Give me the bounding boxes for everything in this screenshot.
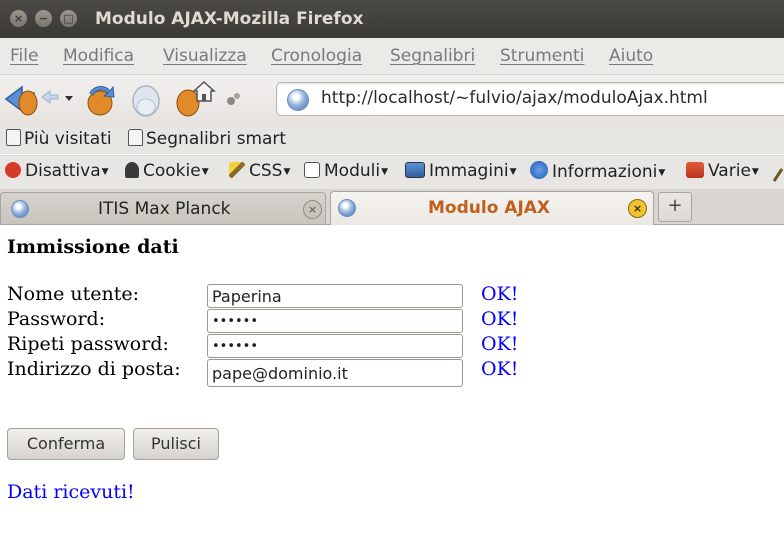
- dev-moduli-label: Moduli: [324, 161, 381, 181]
- tab-favicon-icon: [338, 199, 356, 217]
- window-maximize-icon[interactable]: □: [60, 10, 77, 27]
- confirm-button[interactable]: Conferma: [7, 428, 125, 460]
- email-input[interactable]: pape@dominio.it: [207, 359, 463, 387]
- dev-immagini-label: Immagini: [429, 161, 509, 181]
- disable-icon: [5, 162, 21, 178]
- images-icon: [405, 162, 425, 178]
- bookmark-folder-icon: [6, 129, 21, 146]
- cookie-icon: [125, 162, 139, 178]
- menu-aiuto[interactable]: Aiuto: [609, 46, 653, 66]
- stop-icon[interactable]: [126, 79, 166, 119]
- bookmark-most-visited-label: Più visitati: [24, 129, 112, 149]
- repeat-password-label: Ripeti password:: [7, 333, 169, 355]
- window-close-icon[interactable]: ×: [10, 10, 27, 27]
- menu-visualizza[interactable]: Visualizza: [163, 46, 247, 66]
- tab-title: Modulo AJAX: [428, 198, 551, 218]
- bookmark-smart-label: Segnalibri smart: [146, 129, 287, 149]
- info-icon: [530, 161, 548, 179]
- email-status: OK!: [481, 358, 519, 380]
- clear-button[interactable]: Pulisci: [133, 428, 219, 460]
- home-icon[interactable]: [172, 77, 216, 119]
- username-status: OK!: [481, 283, 519, 305]
- password-label: Password:: [7, 308, 106, 330]
- password-input[interactable]: ••••••: [207, 309, 463, 333]
- overflow-tools-icon[interactable]: [772, 165, 784, 183]
- window-title: Modulo AJAX-Mozilla Firefox: [95, 9, 364, 29]
- window-minimize-icon[interactable]: −: [35, 10, 52, 27]
- tab-favicon-icon: [11, 200, 29, 218]
- menu-file[interactable]: File: [10, 46, 38, 66]
- dev-css[interactable]: CSS▼: [229, 161, 290, 181]
- dev-varie[interactable]: Varie▼: [686, 161, 759, 181]
- back-icon[interactable]: [2, 79, 64, 119]
- dev-css-label: CSS: [249, 161, 283, 181]
- bookmark-most-visited[interactable]: Più visitati: [6, 129, 112, 149]
- dev-disattiva-label: Disattiva: [25, 161, 101, 181]
- page-heading: Immissione dati: [7, 236, 179, 258]
- dev-disattiva[interactable]: Disattiva▼: [5, 161, 109, 181]
- window-titlebar: × − □ Modulo AJAX-Mozilla Firefox: [0, 0, 784, 38]
- tab-close-icon[interactable]: ×: [303, 200, 322, 219]
- tab-modulo-ajax[interactable]: Modulo AJAX ×: [330, 191, 654, 225]
- tab-itis-max-planck[interactable]: ITIS Max Planck ×: [0, 192, 326, 224]
- bookmark-smart[interactable]: Segnalibri smart: [128, 129, 286, 149]
- menu-bar: File Modifica Visualizza Cronologia Segn…: [0, 38, 784, 75]
- bookmarks-toolbar: Più visitati Segnalibri smart: [0, 125, 784, 154]
- extension-icon[interactable]: [224, 89, 244, 109]
- menu-cronologia[interactable]: Cronologia: [271, 46, 362, 66]
- url-bar[interactable]: http://localhost/~fulvio/ajax/moduloAjax…: [276, 82, 784, 116]
- username-input[interactable]: Paperina: [207, 284, 463, 308]
- email-label: Indirizzo di posta:: [7, 358, 181, 380]
- repeat-password-input[interactable]: ••••••: [207, 334, 463, 358]
- history-dropdown-icon[interactable]: [64, 93, 74, 103]
- reload-icon[interactable]: [80, 79, 120, 119]
- dev-cookie-label: Cookie: [143, 161, 201, 181]
- menu-modifica[interactable]: Modifica: [63, 46, 134, 66]
- repeat-password-status: OK!: [481, 333, 519, 355]
- menu-strumenti[interactable]: Strumenti: [500, 46, 584, 66]
- site-identity-icon[interactable]: [287, 89, 309, 111]
- bookmark-folder-icon: [128, 129, 143, 146]
- url-text[interactable]: http://localhost/~fulvio/ajax/moduloAjax…: [321, 88, 708, 108]
- password-status: OK!: [481, 308, 519, 330]
- status-message: Dati ricevuti!: [7, 481, 135, 503]
- tab-title: ITIS Max Planck: [98, 199, 231, 219]
- menu-segnalibri[interactable]: Segnalibri: [390, 46, 475, 66]
- dev-moduli[interactable]: Moduli▼: [304, 161, 388, 181]
- dev-immagini[interactable]: Immagini▼: [405, 161, 517, 181]
- css-wand-icon: [229, 162, 245, 178]
- dev-varie-label: Varie: [708, 161, 751, 181]
- misc-icon: [686, 162, 704, 178]
- page-content: Immissione dati Nome utente: Paperina OK…: [0, 225, 784, 552]
- dev-informazioni[interactable]: Informazioni▼: [530, 161, 665, 182]
- forms-icon: [304, 162, 320, 178]
- dev-cookie[interactable]: Cookie▼: [125, 161, 209, 181]
- dev-informazioni-label: Informazioni: [552, 162, 658, 182]
- tab-close-icon[interactable]: ×: [628, 199, 647, 218]
- web-developer-toolbar: Disattiva▼ Cookie▼ CSS▼ Moduli▼ Immagini…: [0, 155, 784, 189]
- new-tab-button[interactable]: +: [658, 192, 692, 222]
- username-label: Nome utente:: [7, 283, 139, 305]
